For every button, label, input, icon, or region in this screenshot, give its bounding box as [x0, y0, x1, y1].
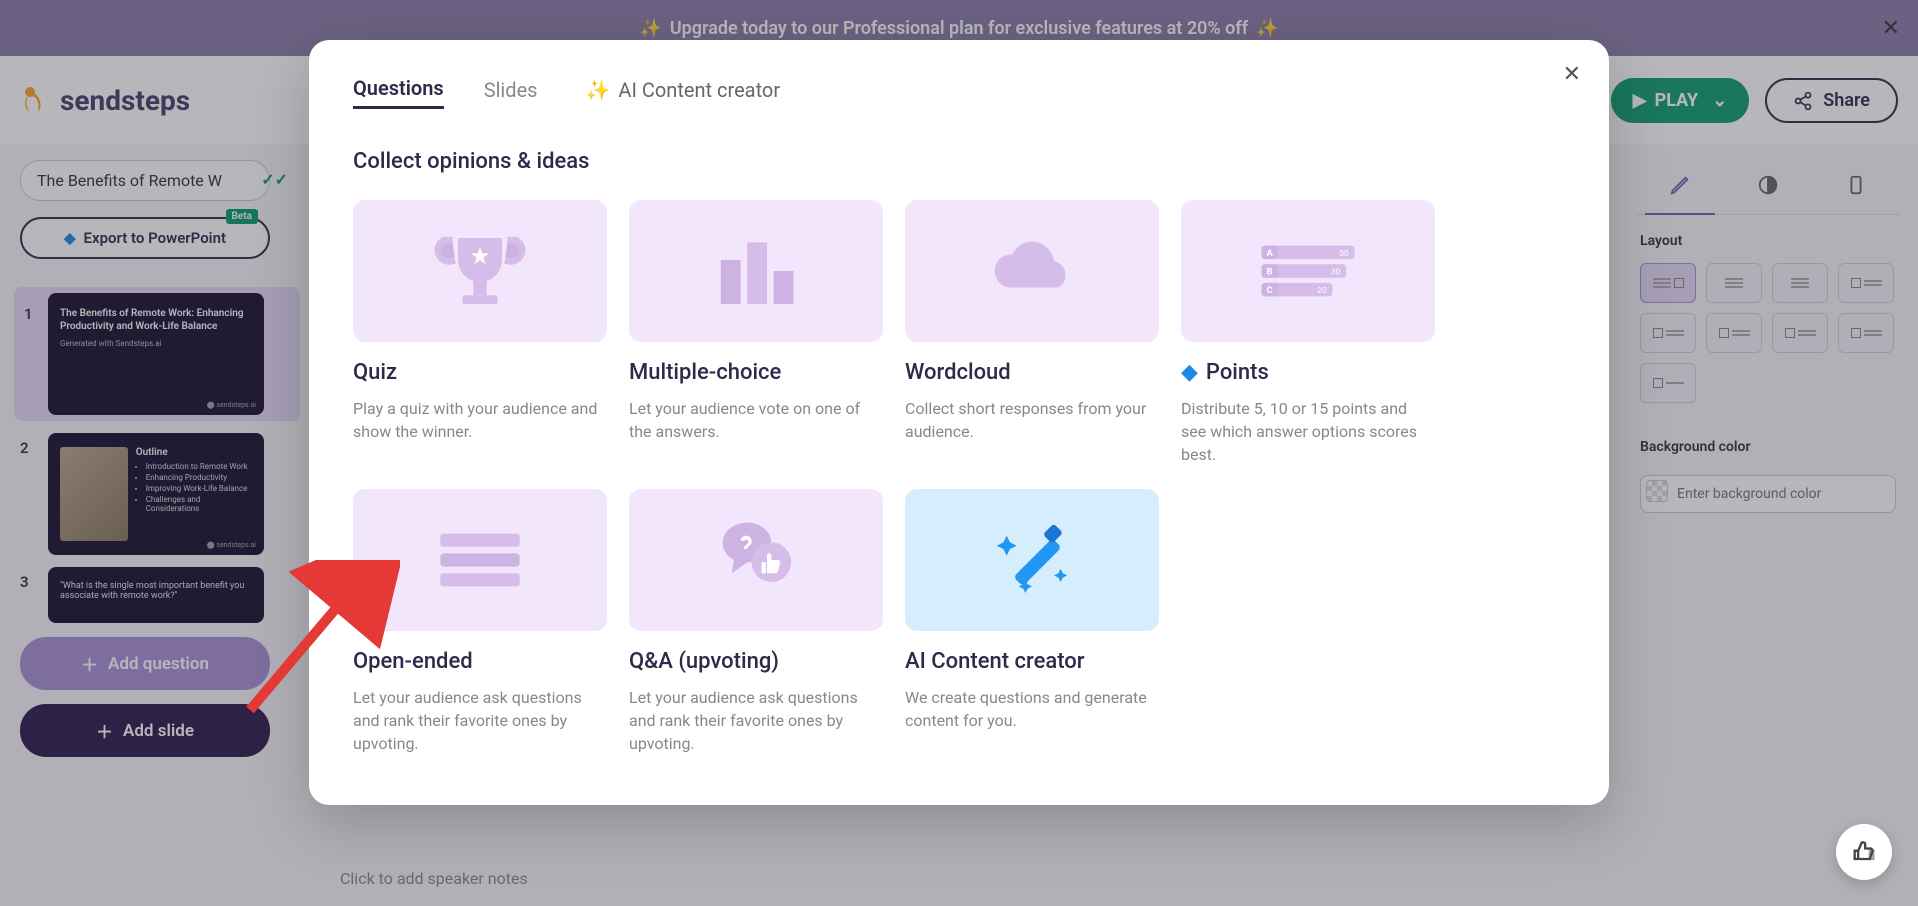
modal-section-title: Collect opinions & ideas — [353, 149, 1565, 174]
svg-text:20: 20 — [1317, 286, 1327, 296]
question-type-cards: Quiz Play a quiz with your audience and … — [353, 200, 1565, 755]
svg-text:A: A — [1267, 248, 1274, 259]
card-qa-upvoting[interactable]: Q&A (upvoting) Let your audience ask que… — [629, 489, 883, 756]
list-icon — [425, 515, 535, 605]
diamond-icon: ◆ — [1181, 360, 1198, 385]
points-bars-icon: A 50 B 30 C 20 — [1253, 226, 1363, 316]
svg-text:B: B — [1267, 266, 1273, 277]
card-open-ended[interactable]: Open-ended Let your audience ask questio… — [353, 489, 607, 756]
svg-text:30: 30 — [1331, 267, 1341, 277]
card-multiple-choice[interactable]: Multiple-choice Let your audience vote o… — [629, 200, 883, 467]
modal-close-button[interactable]: ✕ — [1563, 62, 1581, 87]
svg-text:50: 50 — [1339, 249, 1349, 259]
chat-like-icon — [701, 515, 811, 605]
card-ai-content-creator[interactable]: AI Content creator We create questions a… — [905, 489, 1159, 756]
card-quiz[interactable]: Quiz Play a quiz with your audience and … — [353, 200, 607, 467]
card-wordcloud[interactable]: Wordcloud Collect short responses from y… — [905, 200, 1159, 467]
card-points[interactable]: A50 B30 C20 ◆Points Distribute 5, 10 or … — [1181, 200, 1435, 467]
trophy-icon — [425, 226, 535, 316]
svg-text:C: C — [1267, 285, 1273, 296]
thumbs-icon — [1850, 838, 1878, 866]
tab-questions[interactable]: Questions — [353, 70, 444, 109]
bar-chart-icon — [701, 226, 811, 316]
tab-ai-content-creator[interactable]: ✨ AI Content creator — [586, 72, 781, 108]
modal-tabs: Questions Slides ✨ AI Content creator — [353, 70, 1565, 109]
add-question-modal: ✕ Questions Slides ✨ AI Content creator … — [309, 40, 1609, 805]
feedback-button[interactable] — [1836, 824, 1892, 880]
wand-icon: ✨ — [586, 78, 611, 102]
magic-wand-icon — [977, 515, 1087, 605]
tab-slides[interactable]: Slides — [484, 72, 538, 108]
cloud-icon — [977, 226, 1087, 316]
